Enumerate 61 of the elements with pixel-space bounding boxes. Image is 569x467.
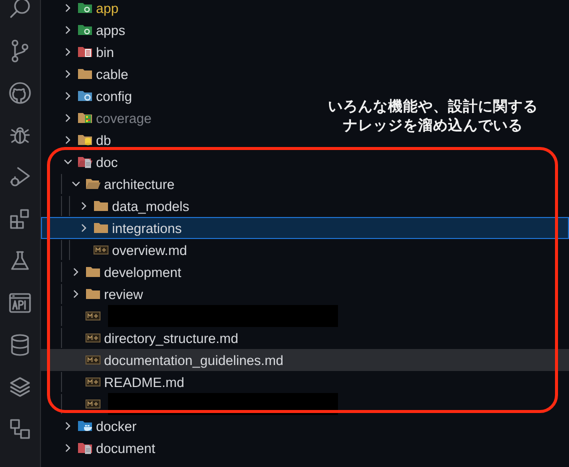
folder-icon: [77, 0, 93, 16]
file-name[interactable]: directory_structure.md: [104, 330, 238, 346]
folder-name[interactable]: data_models: [112, 198, 190, 214]
chevron-right-icon[interactable]: [63, 135, 73, 145]
folder-icon: [77, 154, 93, 170]
folder-icon: [93, 220, 109, 236]
run-debug-icon[interactable]: [8, 165, 32, 189]
folder-name[interactable]: coverage: [96, 110, 152, 126]
chevron-right-icon[interactable]: [79, 201, 89, 211]
folder-name[interactable]: cable: [96, 66, 128, 82]
folder-icon: [85, 264, 101, 280]
chevron-right-icon[interactable]: [79, 223, 89, 233]
chevron-right-icon[interactable]: [63, 69, 73, 79]
chevron-right-icon[interactable]: [63, 47, 73, 57]
chevron-right-icon[interactable]: [63, 3, 73, 13]
chevron-right-icon[interactable]: [63, 421, 73, 431]
folder-icon: [85, 286, 101, 302]
api-icon[interactable]: [8, 291, 32, 315]
folder-icon: [77, 110, 93, 126]
folder-icon: [77, 418, 93, 434]
folder-name[interactable]: doc: [96, 154, 118, 170]
folder-icon: [77, 132, 93, 148]
chevron-right-icon[interactable]: [71, 289, 81, 299]
folder-icon: [77, 22, 93, 38]
folder-name[interactable]: app: [96, 0, 119, 16]
layers-icon[interactable]: [8, 375, 32, 399]
open-folder-icon: [85, 176, 101, 192]
diagram-icon[interactable]: [8, 417, 32, 441]
folder-icon: [77, 440, 93, 456]
folder-icon: [77, 66, 93, 82]
folder-name[interactable]: document: [96, 440, 156, 456]
file-name[interactable]: README.md: [104, 374, 184, 390]
chevron-right-icon[interactable]: [63, 113, 73, 123]
file-name: documentation_guidelines.md: [104, 352, 284, 368]
folder-name[interactable]: docker: [96, 418, 137, 434]
folder-name[interactable]: bin: [96, 44, 114, 60]
chevron-down-icon[interactable]: [63, 157, 73, 167]
extensions-icon[interactable]: [8, 207, 32, 231]
folder-icon: [77, 88, 93, 104]
folder-row[interactable]: integrations: [41, 217, 569, 239]
search-icon[interactable]: [8, 0, 32, 21]
chevron-right-icon[interactable]: [63, 25, 73, 35]
folder-icon: [77, 44, 93, 60]
folder-name[interactable]: config: [96, 88, 132, 104]
folder-name[interactable]: review: [104, 286, 144, 302]
annotation-text: ナレッジを溜め込んでいる: [343, 117, 523, 136]
folder-name[interactable]: apps: [96, 22, 126, 38]
chevron-down-icon[interactable]: [71, 179, 81, 189]
chevron-right-icon[interactable]: [63, 443, 73, 453]
folder-name: integrations: [112, 220, 182, 236]
annotation-text: いろんな機能や、設計に関する: [328, 98, 538, 117]
database-icon[interactable]: [8, 333, 32, 357]
file-row[interactable]: documentation_guidelines.md: [41, 349, 569, 371]
folder-icon: [93, 198, 109, 214]
chevron-right-icon[interactable]: [71, 267, 81, 277]
folder-name[interactable]: architecture: [104, 176, 175, 192]
chevron-right-icon[interactable]: [63, 91, 73, 101]
folder-name[interactable]: development: [104, 264, 182, 280]
folder-name[interactable]: db: [96, 132, 112, 148]
github-icon[interactable]: [8, 81, 32, 105]
file-name[interactable]: overview.md: [112, 242, 188, 258]
